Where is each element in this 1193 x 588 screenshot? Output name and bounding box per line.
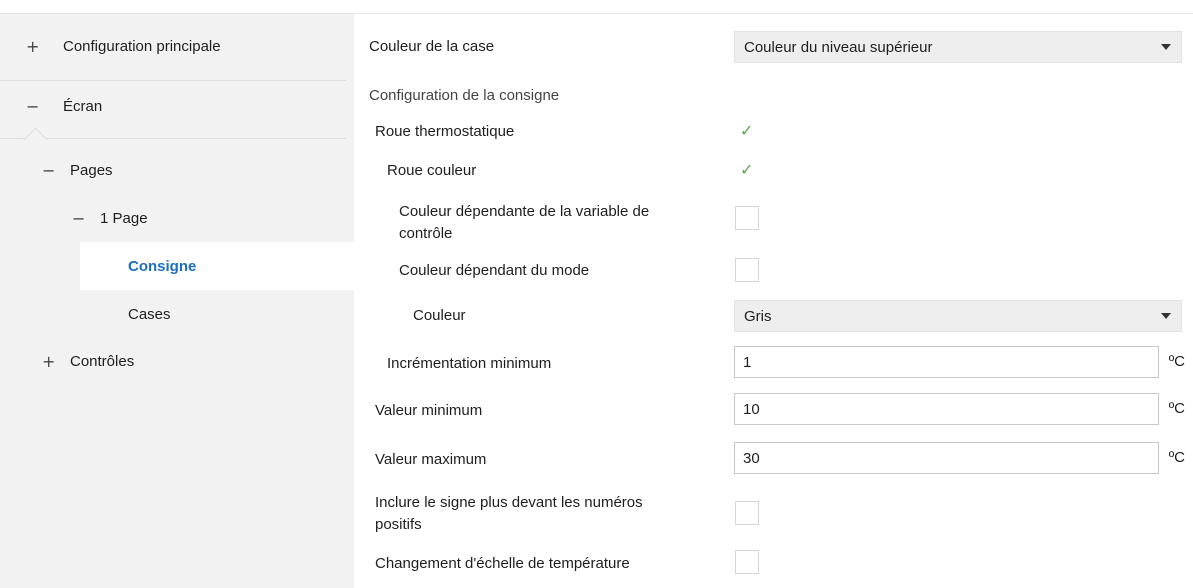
color-dep-mode-checkbox[interactable] (735, 258, 759, 282)
tree-item-label: Configuration principale (63, 37, 221, 55)
thermo-wheel-checkbox[interactable]: ✓ (735, 119, 759, 143)
color-wheel-checkbox[interactable]: ✓ (735, 158, 759, 182)
tree-item-cases[interactable]: Cases (80, 290, 346, 338)
expand-icon[interactable]: + (42, 352, 64, 371)
tree-item-consigne[interactable]: Consigne (80, 242, 354, 290)
tree-item-label: Consigne (128, 257, 197, 275)
tree-item-configuration-principale[interactable]: + Configuration principale (26, 22, 346, 70)
max-value-unit: ºC (1168, 449, 1185, 466)
box-color-select[interactable]: Couleur du niveau supérieur (734, 31, 1182, 63)
min-value-input[interactable]: 10 (734, 393, 1159, 425)
collapse-icon[interactable]: − (42, 161, 64, 180)
tree-item-pages[interactable]: − Pages (42, 146, 346, 194)
color-value: Gris (744, 307, 772, 325)
section-title: Configuration de la consigne (369, 87, 560, 104)
expand-icon[interactable]: + (26, 37, 48, 56)
thermo-wheel-label: Roue thermostatique (375, 123, 515, 140)
plus-sign-label-line1: Inclure le signe plus devant les numéros (375, 494, 643, 511)
box-color-value: Couleur du niveau supérieur (744, 38, 933, 56)
color-dep-var-label-line1: Couleur dépendante de la variable de (399, 203, 650, 220)
tree-item-label: Pages (70, 161, 113, 179)
checkmark-icon: ✓ (740, 121, 754, 140)
min-value-label: Valeur minimum (375, 402, 483, 419)
tree-item-label: Contrôles (70, 352, 135, 370)
color-dep-var-label-line2: contrôle (399, 225, 453, 242)
caret-down-icon (1161, 313, 1171, 319)
collapse-icon[interactable]: − (26, 97, 48, 116)
min-increment-label: Incrémentation minimum (387, 355, 552, 372)
color-label: Couleur (413, 307, 466, 324)
color-dep-var-checkbox[interactable] (735, 206, 759, 230)
box-color-label: Couleur de la case (369, 38, 495, 55)
min-increment-value: 1 (743, 353, 752, 371)
caret-down-icon (1161, 44, 1171, 50)
scale-change-checkbox[interactable] (735, 550, 759, 574)
top-border (0, 0, 1193, 14)
plus-sign-label-line2: positifs (375, 516, 422, 533)
tree-item-label: 1 Page (100, 209, 148, 227)
tree-item-label: Écran (63, 97, 103, 115)
tree-item-label: Cases (128, 305, 171, 323)
max-value-label: Valeur maximum (375, 451, 487, 468)
min-increment-unit: ºC (1168, 353, 1185, 370)
color-dep-mode-label: Couleur dépendant du mode (399, 262, 590, 279)
max-value-value: 30 (743, 449, 760, 467)
checkmark-icon: ✓ (740, 160, 754, 179)
collapse-icon[interactable]: − (72, 209, 94, 228)
scale-change-label: Changement d'échelle de température (375, 555, 630, 572)
max-value-input[interactable]: 30 (734, 442, 1159, 474)
plus-sign-checkbox[interactable] (735, 501, 759, 525)
color-wheel-label: Roue couleur (387, 162, 477, 179)
tree-item-1-page[interactable]: − 1 Page (72, 194, 346, 242)
tree-item-controles[interactable]: + Contrôles (42, 337, 346, 385)
tree-separator (0, 138, 346, 139)
min-value-value: 10 (743, 400, 760, 418)
tree-item-ecran[interactable]: − Écran (26, 82, 346, 130)
min-increment-input[interactable]: 1 (734, 346, 1159, 378)
color-select[interactable]: Gris (734, 300, 1182, 332)
sidebar-divider (346, 14, 354, 588)
min-value-unit: ºC (1168, 400, 1185, 417)
tree-separator (0, 80, 346, 81)
